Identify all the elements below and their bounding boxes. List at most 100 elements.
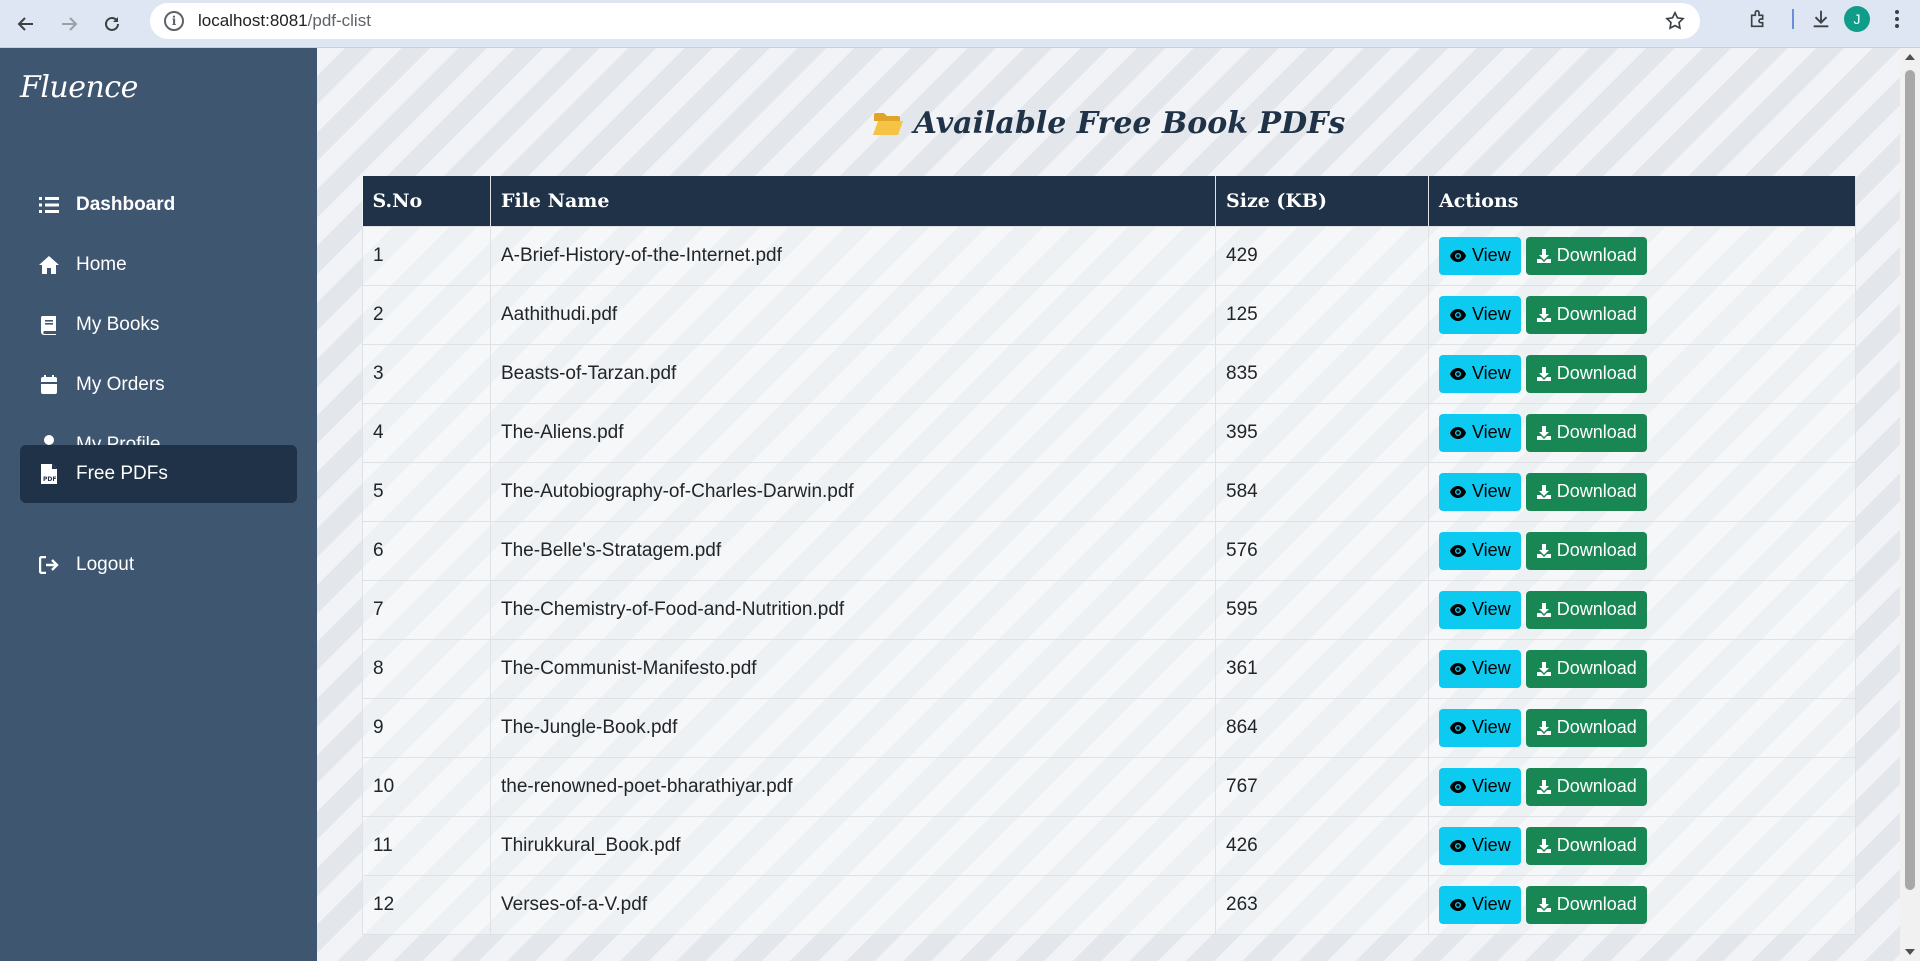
view-label: View: [1472, 481, 1511, 501]
svg-text:PDF: PDF: [43, 476, 56, 483]
download-button[interactable]: Download: [1525, 354, 1647, 393]
table-row: 6 The-Belle's-Stratagem.pdf 576 View Downloa…: [362, 520, 1856, 581]
cell-file-name: The-Chemistry-of-Food-and-Nutrition.pdf: [490, 579, 1216, 640]
sidebar-item-label: Logout: [76, 554, 135, 575]
sidebar-item-free-pdfs[interactable]: PDF Free PDFs: [20, 445, 297, 503]
download-button[interactable]: Download: [1525, 649, 1647, 688]
cell-size: 125: [1215, 284, 1429, 345]
download-button[interactable]: Download: [1525, 885, 1647, 924]
download-button[interactable]: Download: [1525, 767, 1647, 806]
download-label: Download: [1556, 717, 1637, 737]
bookmark-star-icon[interactable]: [1664, 10, 1686, 37]
view-button[interactable]: View: [1439, 236, 1521, 275]
download-label: Download: [1556, 540, 1637, 560]
url-text: localhost:8081/pdf-clist: [198, 11, 371, 30]
view-label: View: [1472, 599, 1511, 619]
download-button[interactable]: Download: [1525, 413, 1647, 452]
sidebar-item-label: Free PDFs: [76, 463, 168, 484]
view-button[interactable]: View: [1439, 295, 1521, 334]
download-button[interactable]: Download: [1525, 472, 1647, 511]
cell-actions: View Download: [1428, 815, 1856, 876]
cell-file-name: The-Belle's-Stratagem.pdf: [490, 520, 1216, 581]
address-bar[interactable]: i localhost:8081/pdf-clist: [150, 3, 1700, 39]
calendar-icon: [38, 374, 60, 396]
cell-actions: View Download: [1428, 284, 1856, 345]
view-button[interactable]: View: [1439, 826, 1521, 865]
view-button[interactable]: View: [1439, 354, 1521, 393]
cell-actions: View Download: [1428, 402, 1856, 463]
download-button[interactable]: Download: [1525, 295, 1647, 334]
table-row: 8 The-Communist-Manifesto.pdf 361 View Downl…: [362, 638, 1856, 699]
cell-file-name: Thirukkural_Book.pdf: [490, 815, 1216, 876]
table-row: 11 Thirukkural_Book.pdf 426 View Download: [362, 815, 1856, 876]
list-icon: [38, 194, 60, 216]
download-icon: [1536, 248, 1552, 264]
view-button[interactable]: View: [1439, 885, 1521, 924]
cell-file-name: The-Aliens.pdf: [490, 402, 1216, 463]
scroll-down-arrow-icon[interactable]: [1905, 949, 1915, 955]
cell-size: 576: [1215, 520, 1429, 581]
view-label: View: [1472, 835, 1511, 855]
profile-avatar[interactable]: J: [1844, 6, 1870, 32]
download-icon: [1536, 307, 1552, 323]
download-button[interactable]: Download: [1525, 708, 1647, 747]
view-button[interactable]: View: [1439, 708, 1521, 747]
view-label: View: [1472, 717, 1511, 737]
view-button[interactable]: View: [1439, 531, 1521, 570]
forward-button[interactable]: [52, 7, 86, 41]
sidebar-item-my-books[interactable]: My Books: [20, 296, 297, 354]
download-button[interactable]: Download: [1525, 590, 1647, 629]
view-button[interactable]: View: [1439, 472, 1521, 511]
cell-size: 263: [1215, 874, 1429, 935]
main-content: Available Free Book PDFs S.No File Name …: [317, 48, 1900, 961]
cell-sno: 11: [362, 815, 491, 876]
eye-icon: [1449, 426, 1467, 440]
reload-icon: [105, 16, 119, 31]
view-button[interactable]: View: [1439, 767, 1521, 806]
sidebar-item-logout[interactable]: Logout: [20, 536, 297, 594]
cell-sno: 1: [362, 225, 491, 286]
download-label: Download: [1556, 835, 1637, 855]
cell-size: 426: [1215, 815, 1429, 876]
brand-logo[interactable]: Fluence: [20, 70, 138, 105]
downloads-icon[interactable]: [1804, 2, 1838, 36]
cell-sno: 12: [362, 874, 491, 935]
download-icon: [1536, 897, 1552, 913]
download-button[interactable]: Download: [1525, 236, 1647, 275]
extensions-icon[interactable]: [1742, 2, 1776, 36]
eye-icon: [1449, 249, 1467, 263]
cell-size: 584: [1215, 461, 1429, 522]
browser-toolbar: i localhost:8081/pdf-clist J: [0, 0, 1920, 48]
view-label: View: [1472, 363, 1511, 383]
back-button[interactable]: [9, 7, 43, 41]
download-button[interactable]: Download: [1525, 826, 1647, 865]
view-button[interactable]: View: [1439, 649, 1521, 688]
download-button[interactable]: Download: [1525, 531, 1647, 570]
table-row: 1 A-Brief-History-of-the-Internet.pdf 429 V…: [362, 225, 1856, 286]
download-label: Download: [1556, 481, 1637, 501]
book-icon: [38, 314, 60, 336]
sidebar-item-label: My Books: [76, 314, 160, 335]
sidebar-item-my-orders[interactable]: My Orders: [20, 356, 297, 414]
pdf-table: S.No File Name Size (KB) Actions 1 A-Brie…: [362, 176, 1856, 935]
download-icon: [1536, 425, 1552, 441]
view-button[interactable]: View: [1439, 590, 1521, 629]
kebab-menu-icon[interactable]: [1880, 2, 1914, 36]
view-button[interactable]: View: [1439, 413, 1521, 452]
sidebar-item-label: Home: [76, 254, 127, 275]
sidebar-item-dashboard[interactable]: Dashboard: [20, 176, 297, 234]
scrollbar-thumb[interactable]: [1905, 70, 1915, 890]
eye-icon: [1449, 662, 1467, 676]
sidebar-item-label: My Orders: [76, 374, 165, 395]
eye-icon: [1449, 308, 1467, 322]
view-label: View: [1472, 540, 1511, 560]
scroll-up-arrow-icon[interactable]: [1905, 54, 1915, 60]
page-scrollbar[interactable]: [1900, 48, 1920, 961]
sidebar-item-home[interactable]: Home: [20, 236, 297, 294]
page-title-text: Available Free Book PDFs: [913, 106, 1346, 141]
site-info-icon[interactable]: i: [164, 11, 184, 31]
cell-sno: 2: [362, 284, 491, 345]
reload-button[interactable]: [95, 7, 129, 41]
eye-icon: [1449, 721, 1467, 735]
cell-size: 395: [1215, 402, 1429, 463]
